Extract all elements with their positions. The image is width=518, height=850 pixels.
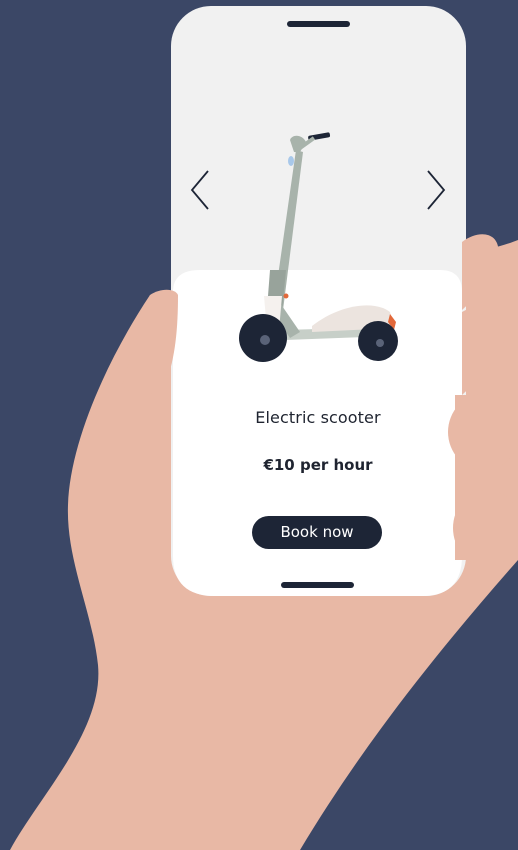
carousel-prev-button[interactable] xyxy=(188,168,212,212)
book-now-button[interactable]: Book now xyxy=(252,516,382,549)
chevron-left-icon xyxy=(190,170,209,210)
phone-top-bar xyxy=(287,21,350,27)
app-illustration: Electric scooter €10 per hour Book now xyxy=(0,0,518,850)
chevron-right-icon xyxy=(427,170,446,210)
product-price: €10 per hour xyxy=(263,456,373,474)
product-name: Electric scooter xyxy=(255,408,381,427)
home-indicator xyxy=(281,582,354,588)
carousel-next-button[interactable] xyxy=(424,168,448,212)
